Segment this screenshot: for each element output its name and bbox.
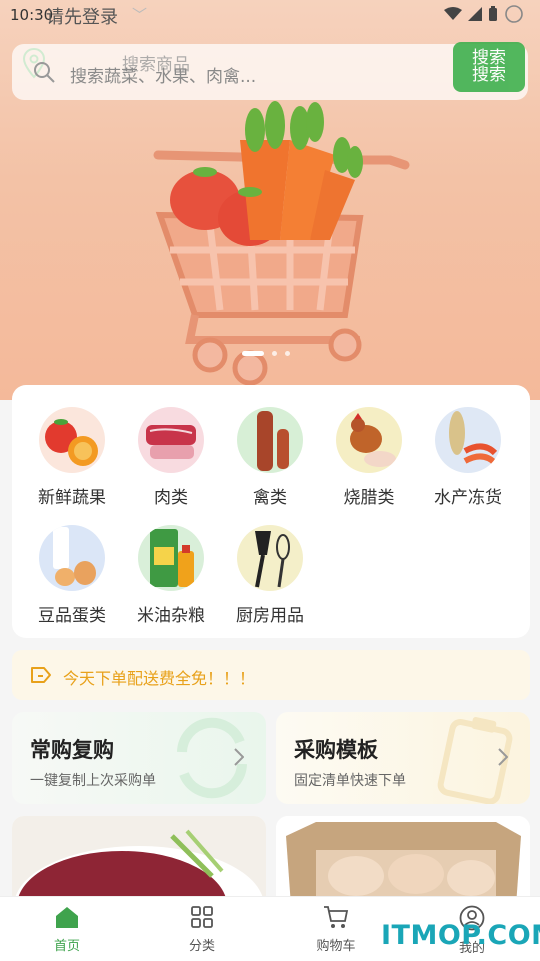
chevron-right-icon <box>498 748 508 766</box>
carousel-dot-active[interactable] <box>242 351 264 356</box>
category-label: 肉类 <box>154 488 188 508</box>
product-card-beef[interactable] <box>12 816 266 906</box>
promo-notice[interactable]: 今天下单配送费全免！！！ <box>12 650 530 700</box>
chevron-right-icon <box>234 748 244 766</box>
category-label: 厨房用品 <box>236 606 304 626</box>
search-input[interactable]: 搜索蔬菜、水果、肉禽... <box>70 62 256 87</box>
repurchase-subtitle: 一键复制上次采购单 <box>30 773 156 789</box>
category-label: 水产冻货 <box>434 488 502 508</box>
carousel-indicator <box>242 351 290 356</box>
category-milk-eggs[interactable]: 豆品蛋类 <box>24 525 120 626</box>
seafood-icon <box>435 407 501 473</box>
category-label: 禽类 <box>253 488 287 508</box>
wifi-icon <box>444 7 462 20</box>
category-label: 新鲜蔬果 <box>38 488 106 508</box>
chicken-box-image <box>276 816 530 906</box>
meat-icon <box>138 407 204 473</box>
repurchase-card[interactable]: 常购复购 一键复制上次采购单 <box>12 712 266 804</box>
beef-image <box>12 816 266 906</box>
category-rice-oil[interactable]: 米油杂粮 <box>123 525 219 626</box>
category-roast[interactable]: 烧腊类 <box>321 407 417 508</box>
home-icon <box>56 907 78 928</box>
cart-icon <box>324 906 349 928</box>
vegetables-fruit-icon <box>39 407 105 473</box>
search-icon <box>34 62 55 83</box>
grid-icon <box>191 906 213 928</box>
roast-chicken-icon <box>336 407 402 473</box>
purchase-template-card[interactable]: 采购模板 固定清单快速下单 <box>276 712 530 804</box>
chevron-down-icon[interactable]: ﹀ <box>132 4 147 25</box>
category-meat[interactable]: 肉类 <box>123 407 219 508</box>
carousel-dot[interactable] <box>272 351 277 356</box>
tab-label: 购物车 <box>316 939 356 954</box>
tab-category[interactable]: 分类 <box>162 905 242 954</box>
category-label: 烧腊类 <box>343 488 395 508</box>
tab-home[interactable]: 首页 <box>27 905 107 954</box>
category-label: 豆品蛋类 <box>38 606 106 626</box>
clipboard-icon <box>437 717 513 804</box>
category-label: 米油杂粮 <box>137 606 205 626</box>
system-icons <box>444 4 524 24</box>
watermark-text: ITMOP.COM <box>381 920 540 951</box>
battery-icon <box>489 6 497 21</box>
category-grid: 新鲜蔬果 肉类 禽类 烧腊类 水产冻货 豆品蛋类 米油杂粮 厨房用品 <box>12 385 530 638</box>
poultry-icon <box>237 407 303 473</box>
notice-text: 今天下单配送费全免！！！ <box>63 669 256 688</box>
category-vegetables-fruit[interactable]: 新鲜蔬果 <box>24 407 120 508</box>
rice-oil-icon <box>138 525 204 591</box>
carousel-dot[interactable] <box>285 351 290 356</box>
hero-banner[interactable]: 10:30 请先登录 ﹀ 搜索商品 搜索蔬菜、水果、肉禽... 搜索 搜索 <box>0 0 540 400</box>
signal-icon <box>468 7 482 21</box>
megaphone-icon <box>31 667 51 683</box>
repurchase-title: 常购复购 <box>30 738 114 762</box>
shopping-cart-illustration <box>153 101 410 385</box>
refresh-icon <box>177 717 247 799</box>
circle-status-icon <box>505 5 523 23</box>
search-button[interactable]: 搜索 搜索 <box>453 42 525 92</box>
tab-cart[interactable]: 购物车 <box>296 905 376 954</box>
milk-eggs-icon <box>39 525 105 591</box>
login-prompt[interactable]: 请先登录 <box>46 3 118 29</box>
tab-label: 分类 <box>188 939 215 954</box>
product-card-chicken[interactable] <box>276 816 530 906</box>
category-poultry[interactable]: 禽类 <box>222 407 318 508</box>
kitchen-utensils-icon <box>237 525 303 591</box>
category-kitchen[interactable]: 厨房用品 <box>222 525 318 626</box>
template-title: 采购模板 <box>294 738 378 762</box>
template-subtitle: 固定清单快速下单 <box>294 773 406 789</box>
search-button-ghost-label: 搜索 <box>472 65 506 85</box>
tab-label: 首页 <box>53 939 80 954</box>
category-seafood[interactable]: 水产冻货 <box>420 407 516 508</box>
